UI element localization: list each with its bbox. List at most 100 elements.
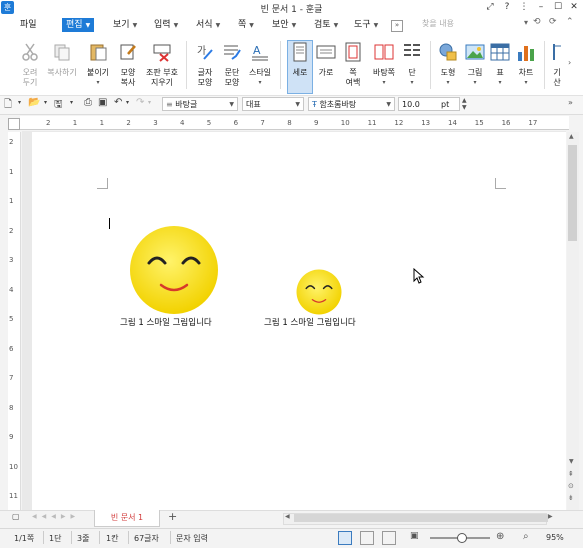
print-icon[interactable]: ⎙ — [84, 97, 92, 108]
menu-tools[interactable]: 도구 ▼ — [350, 18, 382, 32]
table-button[interactable]: 표 ▾ — [488, 42, 512, 88]
menu-review[interactable]: 검토 ▼ — [310, 18, 342, 32]
status-separator — [99, 531, 100, 544]
table-icon — [490, 43, 510, 61]
image-caption[interactable]: 그림 1 스마일 그림입니다 — [120, 316, 212, 328]
paste-button[interactable]: 붙이기 ▾ — [84, 42, 112, 88]
menu-review-label: 검토 — [314, 20, 331, 30]
zoom-search-icon[interactable]: ⌕ — [523, 531, 529, 542]
char-shape-button[interactable]: 가 글자 모양 — [192, 42, 218, 88]
document-page[interactable]: 그림 1 스마일 그림입니다 그림 1 스마일 그림입니다 — [32, 132, 566, 512]
shapes-button[interactable]: 도형 ▾ — [435, 42, 461, 88]
image-caption[interactable]: 그림 1 스마일 그림입니다 — [264, 316, 356, 328]
portrait-button[interactable]: 세로 — [287, 42, 313, 78]
zoom-fit-icon[interactable]: ▣ — [410, 531, 419, 541]
horizontal-ruler[interactable]: 2 1 1 2 3 4 5 6 7 8 9 10 11 12 13 14 15 16 17 — [20, 116, 569, 130]
prev-page-icon[interactable]: ⇞ — [568, 470, 574, 478]
picture-button[interactable]: 그림 ▾ — [462, 42, 488, 88]
format-copy-button[interactable]: 모양 복사 — [114, 42, 142, 88]
scroll-down-icon[interactable]: ▼ — [569, 458, 574, 465]
status-input-mode[interactable]: 문자 입력 — [176, 533, 208, 544]
toolbar-expand-icon[interactable]: » — [568, 98, 573, 107]
minimize-button[interactable]: – — [533, 1, 549, 14]
scroll-right-icon[interactable]: ▶ — [548, 513, 553, 520]
chevron-down-icon[interactable]: ▾ — [70, 99, 73, 106]
scroll-up-icon[interactable]: ▲ — [569, 133, 574, 140]
help-icon[interactable]: ? — [499, 1, 515, 14]
zoom-slider-handle[interactable] — [457, 533, 467, 543]
language-select[interactable]: 대표 ▼ — [242, 97, 304, 111]
page-jump-icon[interactable]: ⊙ — [568, 482, 574, 490]
menu-view[interactable]: 보기 ▼ — [109, 18, 141, 32]
menu-page[interactable]: 쪽 ▼ — [234, 18, 258, 32]
new-document-icon[interactable]: 🗋 — [4, 97, 12, 114]
chevron-down-icon[interactable]: ▾ — [148, 99, 151, 106]
horizontal-scroll-thumb[interactable] — [294, 514, 548, 522]
add-tab-button[interactable]: + — [168, 510, 177, 523]
scroll-left-icon[interactable]: ◀ — [285, 513, 290, 520]
chevron-down-icon: ▼ — [229, 101, 234, 108]
chevron-down-icon: ▼ — [173, 22, 179, 29]
zoom-level[interactable]: 95% — [546, 533, 564, 542]
chevron-down-icon[interactable]: ▾ — [18, 99, 21, 106]
collapse-ribbon-icon[interactable]: ⌃ — [566, 17, 574, 27]
vertical-ruler[interactable]: 2 1 1 2 3 4 5 6 7 8 9 10 11 — [8, 132, 21, 510]
maximize-button[interactable]: ☐ — [550, 1, 566, 14]
save-icon[interactable]: 🖫 — [54, 97, 63, 114]
smiley-image-large[interactable] — [129, 225, 219, 315]
chart-button[interactable]: 차트 ▾ — [513, 42, 539, 88]
search-dropdown-icon[interactable]: ▾ — [524, 18, 528, 27]
next-page-icon[interactable]: ⇟ — [568, 494, 574, 502]
columns-button[interactable]: 단 ▾ — [401, 42, 423, 88]
redo-icon[interactable]: ↷ — [136, 97, 144, 108]
menu-format-label: 서식 — [196, 20, 213, 30]
menu-security[interactable]: 보안 ▼ — [268, 18, 300, 32]
ruler-corner-button[interactable] — [8, 118, 20, 130]
more-ribbon-button[interactable]: 기 산 — [549, 42, 565, 88]
menu-file[interactable]: 파일 — [16, 18, 41, 32]
more-menu-button[interactable]: » — [391, 20, 403, 32]
copy-button[interactable]: 복사하기 — [44, 42, 80, 78]
ruler-tick-label: 1 — [9, 167, 14, 176]
cut-button[interactable]: 오려 두기 — [16, 42, 44, 88]
chevron-down-icon[interactable]: ▾ — [44, 99, 47, 106]
menu-format[interactable]: 서식 ▼ — [192, 18, 224, 32]
menu-insert[interactable]: 입력 ▼ — [150, 18, 182, 32]
close-button[interactable]: ✕ — [566, 1, 582, 14]
ruler-tick-label: 17 — [528, 119, 538, 127]
style-button[interactable]: A 스타일 ▾ — [246, 42, 274, 88]
font-size-input[interactable]: 10.0 pt — [398, 97, 460, 111]
style-select[interactable]: ≡ 바탕글 ▼ — [162, 97, 238, 111]
clear-format-marks-button[interactable]: 조판 부호 지우기 — [142, 42, 182, 88]
ribbon-scroll-right-icon[interactable]: › — [568, 58, 571, 67]
width-view-button[interactable] — [360, 531, 374, 545]
picture-label: 그림 — [467, 68, 483, 77]
document-tab[interactable]: 빈 문서 1 — [94, 510, 160, 527]
tab-navigation-arrows[interactable]: ◀◀◀▶▶ — [32, 513, 80, 520]
font-size-stepper[interactable]: ▲ ▼ — [462, 97, 467, 111]
landscape-page-icon — [316, 45, 336, 59]
landscape-button[interactable]: 가로 — [313, 42, 339, 78]
zoom-in-icon[interactable]: ⊕ — [496, 531, 504, 542]
search-next-icon[interactable]: ⟳ — [549, 17, 557, 27]
undo-icon[interactable]: ↶ — [114, 97, 122, 108]
page-margins-button[interactable]: 쪽 여백 — [340, 42, 366, 88]
full-page-view-button[interactable] — [382, 531, 396, 545]
page-view-button[interactable] — [338, 531, 352, 545]
smiley-image-small[interactable] — [296, 269, 342, 315]
vertical-scroll-thumb[interactable] — [568, 145, 577, 241]
status-page[interactable]: 1/1쪽 — [14, 533, 34, 544]
preview-icon[interactable]: ▣ — [98, 97, 107, 108]
background-page-button[interactable]: 바탕쪽 ▾ — [368, 42, 400, 88]
para-shape-button[interactable]: 문단 모양 — [219, 42, 245, 88]
chevron-down-icon[interactable]: ▾ — [126, 99, 129, 106]
search-input[interactable]: 찾을 내용 — [416, 17, 527, 31]
svg-text:A: A — [253, 44, 261, 57]
tab-list-icon[interactable]: ▢ — [12, 512, 20, 521]
restore-layout-icon[interactable]: ⤢ — [482, 1, 498, 14]
font-select[interactable]: Ŧ 함초롬바탕 ▼ — [308, 97, 395, 111]
menu-edit[interactable]: 편집 ▼ — [62, 18, 95, 32]
search-prev-icon[interactable]: ⟲ — [533, 17, 541, 27]
open-folder-icon[interactable]: 📂 — [28, 97, 40, 108]
ribbon-options-icon[interactable]: ⋮ — [516, 1, 532, 14]
